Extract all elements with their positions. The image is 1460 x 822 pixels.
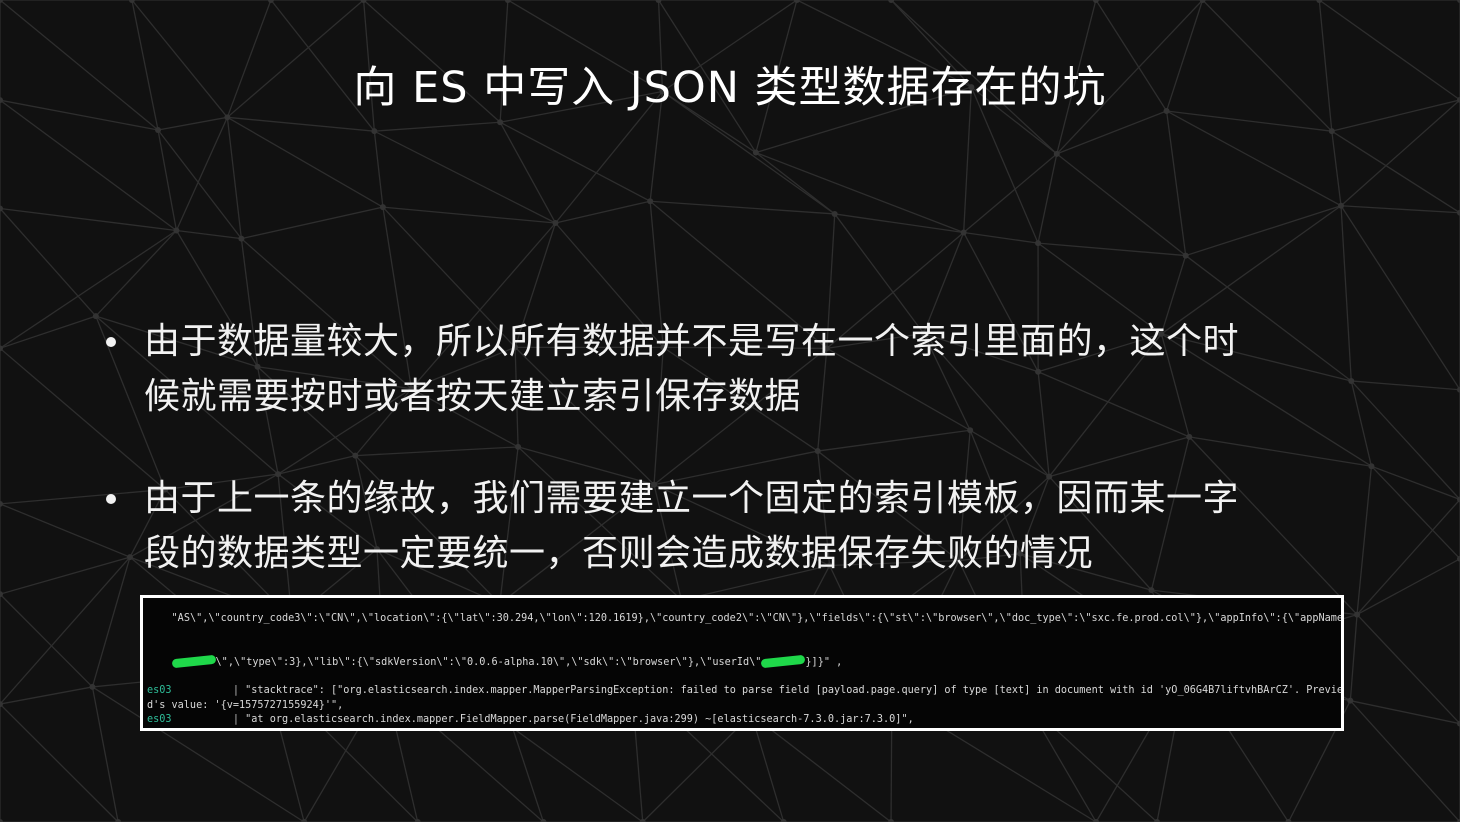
log-line: d's value: '{v=1575727155924}'", xyxy=(143,699,1341,713)
log-line: "AS\",\"country_code3\":\"CN\",\"locatio… xyxy=(143,598,1341,641)
bullet-item: 由于数据量较大，所以所有数据并不是写在一个索引里面的，这个时 候就需要按时或者按… xyxy=(100,314,1360,424)
log-gap xyxy=(172,685,233,696)
slide-title: 向 ES 中写入 JSON 类型数据存在的坑 xyxy=(353,63,1107,113)
log-line: \",\"type\":3},\"lib\":{\"sdkVersion\":\… xyxy=(143,641,1341,684)
bullet-item: 由于上一条的缘故，我们需要建立一个固定的索引模板，因而某一字 段的数据类型一定要… xyxy=(100,471,1360,581)
log-text: "at org.elasticsearch.index.mapper.Docum… xyxy=(239,729,1030,731)
bullet-line: 候就需要按时或者按天建立索引保存数据 xyxy=(144,376,802,417)
log-line: es03 | "at org.elasticsearch.index.mappe… xyxy=(143,728,1341,731)
terminal-screenshot: "AS\",\"country_code3\":\"CN\",\"locatio… xyxy=(140,595,1344,731)
log-text: "stacktrace": ["org.elasticsearch.index.… xyxy=(239,685,1344,697)
bullet-dot-icon xyxy=(106,337,116,347)
bullet-line: 由于数据量较大，所以所有数据并不是写在一个索引里面的，这个时 xyxy=(144,321,1240,362)
log-pipe: | xyxy=(233,729,239,731)
log-line: es03 | "stacktrace": ["org.elasticsearch… xyxy=(143,684,1341,698)
bullet-line: 由于上一条的缘故，我们需要建立一个固定的索引模板，因而某一字 xyxy=(144,478,1240,519)
log-gap xyxy=(172,714,233,725)
log-text: d's value: '{v=1575727155924}'", xyxy=(147,699,344,711)
redaction-mark xyxy=(761,654,806,669)
log-host: es03 xyxy=(147,729,172,731)
bullet-list: 由于数据量较大，所以所有数据并不是写在一个索引里面的，这个时 候就需要按时或者按… xyxy=(100,314,1360,628)
log-text: }]}" , xyxy=(805,656,843,668)
log-gap xyxy=(172,729,233,731)
log-text: \",\"type\":3},\"lib\":{\"sdkVersion\":\… xyxy=(215,656,762,668)
log-host: es03 xyxy=(147,685,172,697)
redaction-mark xyxy=(171,654,216,669)
log-text: "AS\",\"country_code3\":\"CN\",\"locatio… xyxy=(171,613,1344,625)
log-text: "at org.elasticsearch.index.mapper.Field… xyxy=(239,714,914,726)
log-host: es03 xyxy=(147,714,172,726)
log-lines: es03 | "stacktrace": ["org.elasticsearch… xyxy=(143,684,1341,731)
log-line: es03 | "at org.elasticsearch.index.mappe… xyxy=(143,713,1341,727)
bullet-dot-icon xyxy=(106,494,116,504)
bullet-line: 段的数据类型一定要统一，否则会造成数据保存失败的情况 xyxy=(144,533,1094,574)
